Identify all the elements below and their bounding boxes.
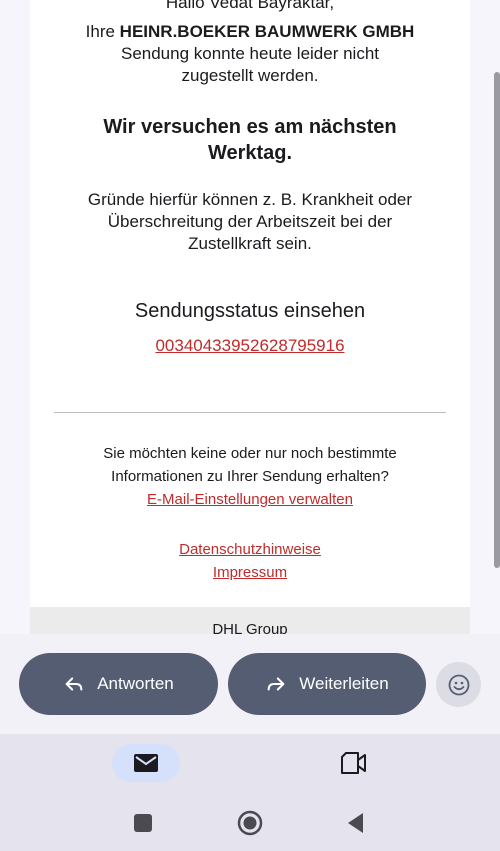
emoji-reaction-button[interactable]	[436, 662, 481, 707]
smiley-icon	[448, 674, 469, 695]
retry-heading: Wir versuchen es am nächsten Werktag.	[30, 114, 470, 166]
preferences-text: Sie möchten keine oder nur noch bestimmt…	[30, 442, 470, 511]
footer-band: DHL Group	[30, 607, 470, 634]
circle-icon	[237, 810, 263, 836]
footer-company: DHL Group	[212, 621, 288, 634]
reply-button[interactable]: Antworten	[19, 653, 218, 715]
legal-links: Datenschutzhinweise Impressum	[30, 538, 470, 584]
reasons-line-1: Gründe hierfür können z. B. Krankheit od…	[87, 190, 413, 209]
email-body: Hallo Vedat Bayraktar, Ihre HEINR.BOEKER…	[30, 0, 470, 634]
imprint-link[interactable]: Impressum	[213, 564, 287, 581]
delivery-notice: Ihre HEINR.BOEKER BAUMWERK GMBH Sendung …	[30, 21, 470, 87]
bottom-navigation	[0, 734, 500, 794]
prefs-line-1: Sie möchten keine oder nur noch bestimmt…	[103, 445, 397, 462]
reply-arrow-icon	[65, 677, 83, 691]
divider	[54, 412, 446, 413]
video-camera-icon	[341, 752, 366, 774]
forward-label: Weiterleiten	[299, 674, 389, 693]
action-bar: Antworten Weiterleiten	[0, 634, 500, 734]
square-icon	[134, 814, 152, 832]
back-button[interactable]	[341, 808, 371, 838]
recents-button[interactable]	[128, 808, 158, 838]
status-title: Sendungsstatus einsehen	[134, 300, 366, 322]
email-viewport[interactable]: Hallo Vedat Bayraktar, Ihre HEINR.BOEKER…	[0, 0, 500, 634]
reasons-line-3: Zustellkraft sein.	[188, 234, 312, 253]
system-navigation	[0, 794, 500, 851]
home-button[interactable]	[235, 808, 265, 838]
prefs-line-2: Informationen zu Ihrer Sendung erhalten?	[111, 468, 389, 485]
notice-prefix: Ihre	[85, 22, 120, 41]
scrollbar[interactable]	[494, 72, 500, 568]
reasons-line-2: Überschreitung der Arbeitszeit bei der	[107, 212, 393, 231]
heading-line-1: Wir versuchen es am nächsten	[103, 116, 397, 138]
heading-line-2: Werktag.	[207, 142, 293, 164]
email-settings-link[interactable]: E-Mail-Einstellungen verwalten	[147, 491, 353, 508]
notice-line-3: zugestellt werden.	[181, 66, 319, 85]
sender-company: HEINR.BOEKER BAUMWERK GMBH	[119, 22, 415, 41]
forward-arrow-icon	[267, 677, 285, 691]
mail-icon	[134, 754, 158, 772]
greeting-text: Hallo Vedat Bayraktar,	[165, 0, 335, 12]
nav-mail[interactable]	[112, 744, 180, 782]
notice-line-2: Sendung konnte heute leider nicht	[120, 44, 380, 63]
privacy-link[interactable]: Datenschutzhinweise	[179, 541, 321, 558]
triangle-back-icon	[348, 813, 363, 833]
forward-button[interactable]: Weiterleiten	[228, 653, 426, 715]
reasons-text: Gründe hierfür können z. B. Krankheit od…	[30, 189, 470, 255]
tracking-number-link[interactable]: 00340433952628795916	[155, 336, 344, 355]
nav-meet[interactable]	[333, 744, 373, 782]
reply-label: Antworten	[97, 674, 174, 693]
